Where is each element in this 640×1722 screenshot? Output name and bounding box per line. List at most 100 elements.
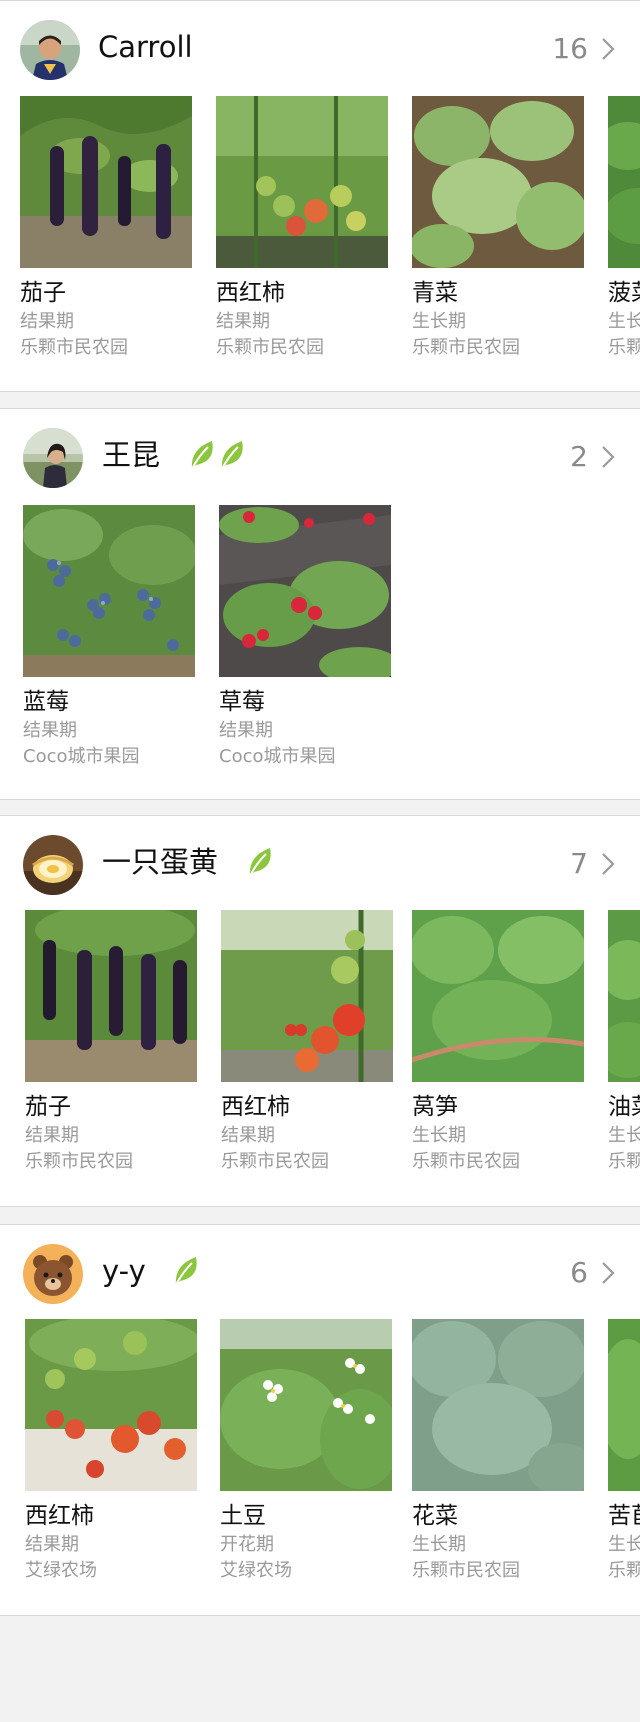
user-card-header[interactable]: 王昆 2	[0, 409, 640, 497]
plant-stage: 生长期	[412, 311, 466, 332]
plant-stage: 开花期	[220, 1534, 274, 1555]
plant-photo-spinach[interactable]	[608, 96, 640, 268]
plant-farm: 艾绿农场	[220, 1560, 292, 1581]
plant-stage: 生长期	[608, 1534, 640, 1555]
plant-stage: 结果期	[216, 311, 270, 332]
avatar[interactable]	[23, 835, 83, 895]
leaf-icon	[191, 441, 213, 470]
leaf-icon	[221, 441, 243, 470]
plant-stage: 结果期	[219, 720, 273, 741]
avatar[interactable]	[23, 428, 83, 488]
leaf-badges	[188, 439, 246, 471]
plant-list[interactable]: 茄子 结果期 乐颗市民农园 西红柿	[0, 910, 640, 1172]
user-card[interactable]: y-y 6 西红柿 结果期 艾绿农场 土豆 开花期 艾绿农场 花菜 生长期 乐颗…	[0, 1224, 640, 1616]
plant-stage: 结果期	[221, 1125, 275, 1146]
user-card-header[interactable]: 一只蛋黄 7	[0, 816, 640, 904]
plant-farm: 乐颗市民农园	[412, 1151, 520, 1172]
plant-list[interactable]: 蓝莓 结果期 Coco城市果园 草莓 结果期 Coco城市果园	[0, 505, 640, 767]
plant-count: 7	[570, 847, 588, 880]
plant-item[interactable]: 菠菜 生长期 乐颗市民农园	[608, 96, 640, 360]
username[interactable]: y-y	[102, 1252, 146, 1290]
chevron-right-icon[interactable]	[600, 1261, 616, 1285]
plant-name: 苦苣	[608, 1503, 640, 1529]
plant-name: 蓝莓	[23, 689, 69, 715]
plant-item[interactable]: 莴笋 生长期 乐颗市民农园	[412, 910, 584, 1174]
plant-item[interactable]: 苦苣 生长期 乐颗市民农园	[608, 1319, 640, 1583]
username[interactable]: 王昆	[102, 436, 160, 474]
plant-name: 花菜	[412, 1503, 458, 1529]
plant-item[interactable]: 茄子 结果期 乐颗市民农园	[25, 910, 197, 1174]
plant-count: 16	[552, 32, 588, 65]
plant-farm: 乐颗市民农园	[25, 1151, 133, 1172]
plant-item[interactable]: 油菜 生长期 乐颗市民农园	[608, 910, 640, 1174]
plant-item[interactable]: 西红柿 结果期 乐颗市民农园	[221, 910, 393, 1174]
plant-photo-eggplant[interactable]	[20, 96, 192, 268]
plant-farm: 乐颗市民农园	[608, 337, 640, 358]
plant-item[interactable]: 西红柿 结果期 乐颗市民农园	[216, 96, 388, 360]
user-card[interactable]: Carroll 16 茄子 结果期 乐颗市民农园 西红柿 结果期 乐颗市民农园 …	[0, 0, 640, 392]
plant-photo-tomato[interactable]	[221, 910, 393, 1082]
leaf-icon	[249, 848, 271, 877]
plant-photo-lettuce[interactable]	[412, 910, 584, 1082]
plant-photo-strawberry[interactable]	[219, 505, 391, 677]
plant-farm: Coco城市果园	[219, 746, 336, 767]
chevron-right-icon[interactable]	[600, 445, 616, 469]
plant-item[interactable]: 西红柿 结果期 艾绿农场	[25, 1319, 197, 1583]
plant-stage: 生长期	[608, 311, 640, 332]
plant-item[interactable]: 草莓 结果期 Coco城市果园	[219, 505, 391, 769]
avatar[interactable]	[23, 1244, 83, 1304]
plant-farm: 乐颗市民农园	[216, 337, 324, 358]
plant-farm: 乐颗市民农园	[20, 337, 128, 358]
avatar[interactable]	[20, 20, 80, 80]
plant-name: 茄子	[25, 1094, 71, 1120]
plant-item[interactable]: 茄子 结果期 乐颗市民农园	[20, 96, 192, 360]
plant-name: 草莓	[219, 689, 265, 715]
plant-photo-blueberry[interactable]	[23, 505, 195, 677]
plant-farm: Coco城市果园	[23, 746, 140, 767]
user-card-header[interactable]: y-y 6	[0, 1225, 640, 1313]
plant-item[interactable]: 青菜 生长期 乐颗市民农园	[412, 96, 584, 360]
leaf-badges	[246, 846, 274, 878]
plant-photo-cauliflower[interactable]	[412, 1319, 584, 1491]
plant-photo-greens[interactable]	[412, 96, 584, 268]
plant-name: 西红柿	[25, 1503, 94, 1529]
plant-count: 6	[570, 1256, 588, 1289]
leaf-badges	[172, 1255, 200, 1287]
plant-photo-tomato[interactable]	[25, 1319, 197, 1491]
chevron-right-icon[interactable]	[600, 37, 616, 61]
plant-name: 油菜	[608, 1094, 640, 1120]
plant-item[interactable]: 花菜 生长期 乐颗市民农园	[412, 1319, 584, 1583]
plant-item[interactable]: 土豆 开花期 艾绿农场	[220, 1319, 392, 1583]
plant-farm: 乐颗市民农园	[608, 1560, 640, 1581]
leaf-icon	[175, 1257, 197, 1286]
plant-photo-potato[interactable]	[220, 1319, 392, 1491]
plant-stage: 结果期	[20, 311, 74, 332]
plant-farm: 乐颗市民农园	[412, 1560, 520, 1581]
chevron-right-icon[interactable]	[600, 852, 616, 876]
plant-stage: 生长期	[412, 1534, 466, 1555]
plant-list[interactable]: 西红柿 结果期 艾绿农场 土豆 开花期 艾绿农场 花菜 生长期 乐颗市民农园 苦…	[0, 1319, 640, 1581]
plant-count: 2	[570, 440, 588, 473]
plant-stage: 结果期	[25, 1125, 79, 1146]
plant-list[interactable]: 茄子 结果期 乐颗市民农园 西红柿	[0, 96, 640, 358]
username[interactable]: 一只蛋黄	[102, 843, 218, 881]
plant-name: 青菜	[412, 280, 458, 306]
user-card-header[interactable]: Carroll 16	[0, 1, 640, 89]
plant-name: 菠菜	[608, 280, 640, 306]
user-card[interactable]: 一只蛋黄 7 茄子 结果期 乐颗市民农园 西红柿 结果期 乐颗市民农园 莴笋 生…	[0, 815, 640, 1207]
plant-name: 土豆	[220, 1503, 266, 1529]
user-card[interactable]: 王昆 2 蓝莓 结果期 Coco城市果园 草莓 结果期 Coco城市果园	[0, 408, 640, 800]
plant-farm: 乐颗市民农园	[221, 1151, 329, 1172]
plant-stage: 生长期	[412, 1125, 466, 1146]
plant-photo-eggplant[interactable]	[25, 910, 197, 1082]
username[interactable]: Carroll	[98, 28, 193, 66]
plant-name: 西红柿	[216, 280, 285, 306]
plant-stage: 结果期	[23, 720, 77, 741]
plant-photo-greens[interactable]	[608, 910, 640, 1082]
plant-farm: 艾绿农场	[25, 1560, 97, 1581]
plant-photo-endive[interactable]	[608, 1319, 640, 1491]
plant-photo-tomato[interactable]	[216, 96, 388, 268]
plant-item[interactable]: 蓝莓 结果期 Coco城市果园	[23, 505, 195, 769]
plant-stage: 结果期	[25, 1534, 79, 1555]
plant-farm: 乐颗市民农园	[412, 337, 520, 358]
